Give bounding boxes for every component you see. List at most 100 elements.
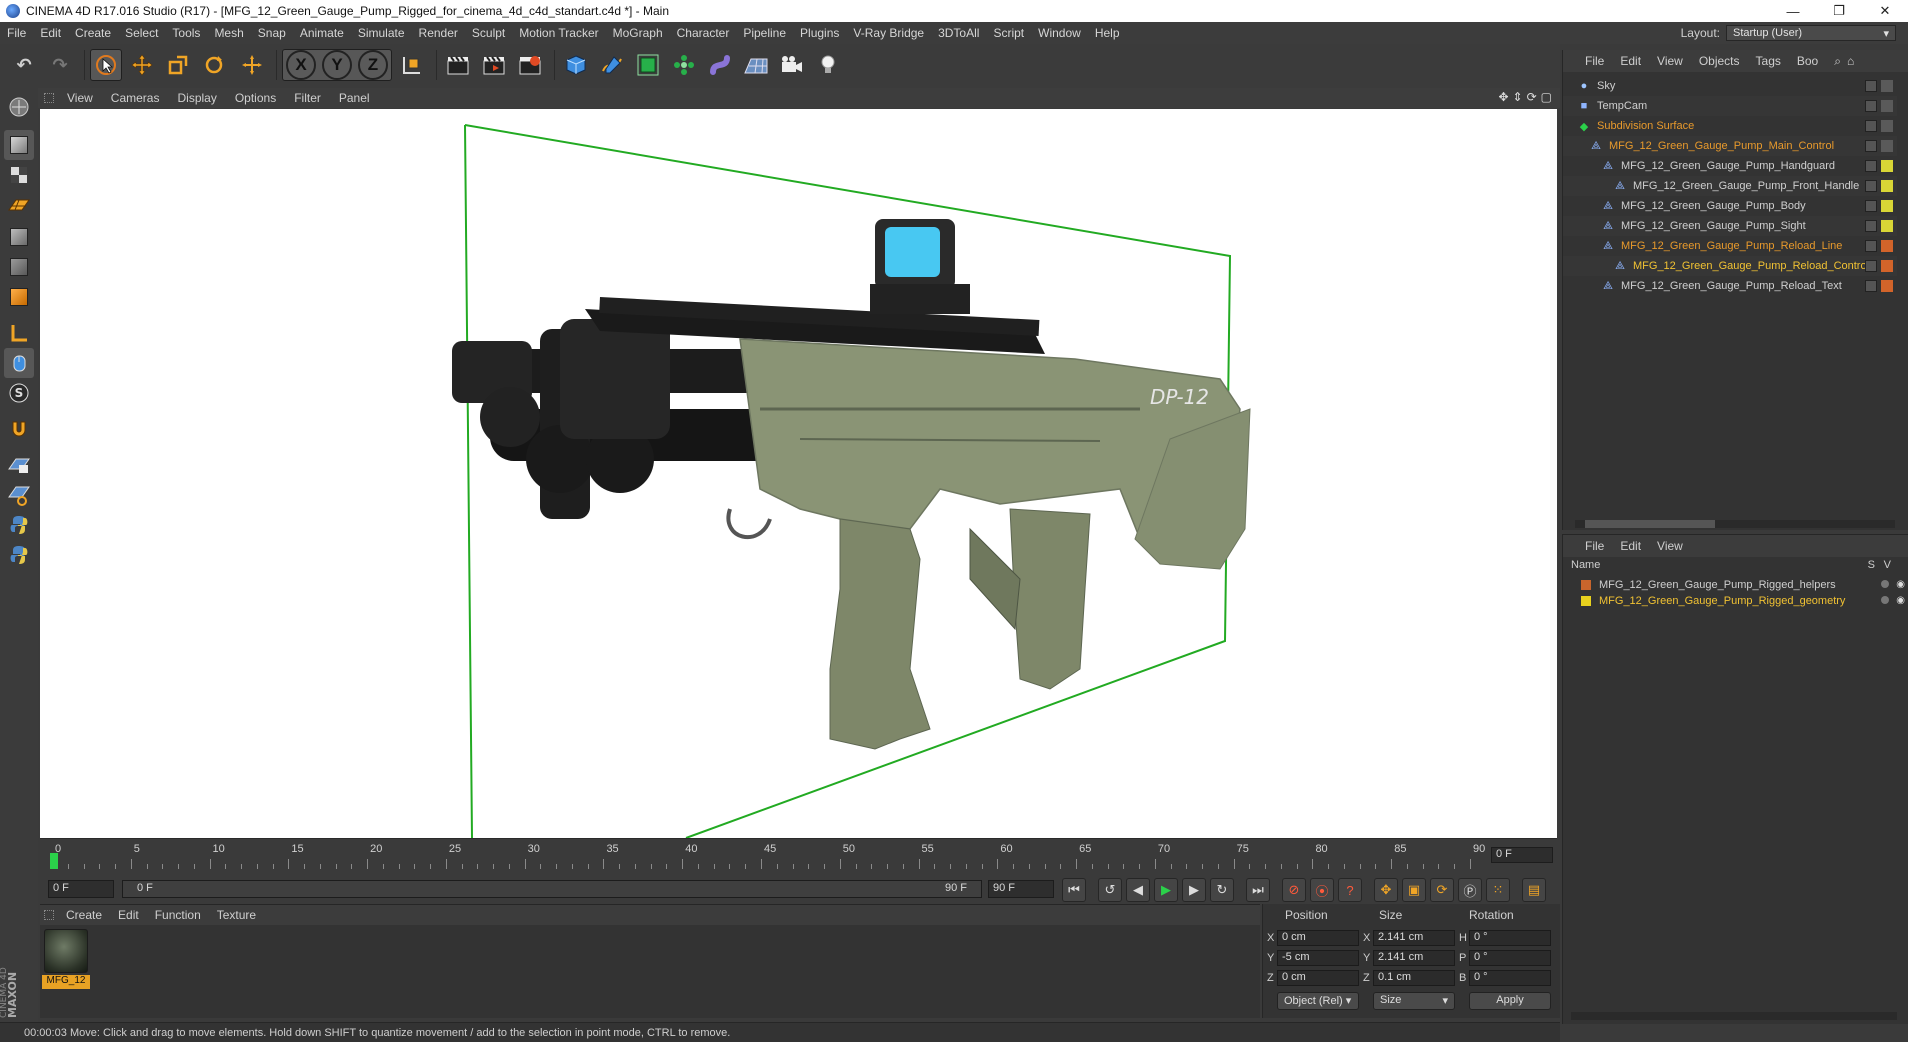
viewport-menu-view[interactable]: View [58, 91, 102, 105]
key-scale-button[interactable]: ▣ [1402, 878, 1426, 902]
coordinate-mode-dropdown[interactable]: Object (Rel) ▾ [1277, 992, 1359, 1010]
visibility-toggle[interactable] [1865, 260, 1877, 272]
menu-sculpt[interactable]: Sculpt [465, 26, 512, 40]
render-settings-button[interactable] [514, 49, 546, 81]
rot-b-field[interactable]: 0 ° [1469, 970, 1551, 986]
add-spline-button[interactable] [596, 49, 628, 81]
menu-create[interactable]: Create [68, 26, 118, 40]
size-y-field[interactable]: 2.141 cm [1373, 950, 1455, 966]
visibility-toggle[interactable] [1865, 240, 1877, 252]
apply-button[interactable]: Apply [1469, 992, 1551, 1010]
visibility-toggle[interactable] [1865, 80, 1877, 92]
menu-simulate[interactable]: Simulate [351, 26, 412, 40]
layer-tag-icon[interactable] [1881, 160, 1893, 172]
menu-snap[interactable]: Snap [251, 26, 293, 40]
redo-button[interactable]: ↷ [44, 49, 76, 81]
viewport-menu-cameras[interactable]: Cameras [102, 91, 169, 105]
object-menu-tags[interactable]: Tags [1748, 54, 1789, 68]
visibility-toggle[interactable] [1865, 220, 1877, 232]
playhead-marker[interactable] [50, 853, 58, 869]
menu-script[interactable]: Script [986, 26, 1031, 40]
material-menu-edit[interactable]: Edit [110, 908, 147, 922]
object-menu-file[interactable]: File [1577, 54, 1612, 68]
menu-edit[interactable]: Edit [33, 26, 68, 40]
menu-vray-bridge[interactable]: V-Ray Bridge [846, 26, 931, 40]
scrollbar-thumb[interactable] [1585, 520, 1715, 528]
snap-button[interactable] [4, 414, 34, 444]
size-z-field[interactable]: 0.1 cm [1373, 970, 1455, 986]
key-position-button[interactable]: ✥ [1374, 878, 1398, 902]
home-icon[interactable]: ⌂ [1847, 54, 1854, 68]
restore-button[interactable]: ❐ [1816, 0, 1862, 22]
key-pla-button[interactable]: ⁙ [1486, 878, 1510, 902]
close-button[interactable]: ✕ [1862, 0, 1908, 22]
layer-tag-icon[interactable] [1881, 280, 1893, 292]
frame-ruler[interactable]: 0 5 10 15 20 25 30 35 40 45 50 55 60 65 70 75 80 85 90 [50, 843, 1492, 869]
object-row[interactable]: ⟁ MFG_12_Green_Gauge_Pump_Reload_Text [1563, 276, 1897, 296]
keyframe-selection-button[interactable]: ? [1338, 878, 1362, 902]
previous-frame-button[interactable]: ◀ [1126, 878, 1150, 902]
planar-workplane-button[interactable] [4, 480, 34, 510]
object-row[interactable]: ⟁ MFG_12_Green_Gauge_Pump_Body [1563, 196, 1897, 216]
object-menu-bookmarks[interactable]: Boo [1789, 54, 1826, 68]
toggle-view-icon[interactable]: ▢ [1541, 90, 1552, 104]
scale-tool-button[interactable] [162, 49, 194, 81]
minimize-button[interactable]: — [1770, 0, 1816, 22]
menu-plugins[interactable]: Plugins [793, 26, 846, 40]
menu-help[interactable]: Help [1088, 26, 1127, 40]
visibility-toggle[interactable] [1865, 180, 1877, 192]
material-menu-texture[interactable]: Texture [209, 908, 264, 922]
polygons-mode-button[interactable] [4, 282, 34, 312]
next-key-button[interactable]: ↻ [1210, 878, 1234, 902]
add-camera-button[interactable] [776, 49, 808, 81]
timeline-window-button[interactable]: ▤ [1522, 878, 1546, 902]
size-x-field[interactable]: 2.141 cm [1373, 930, 1455, 946]
layer-solo-dot[interactable] [1881, 596, 1889, 604]
object-menu-edit[interactable]: Edit [1612, 54, 1649, 68]
layer-tag-icon[interactable] [1881, 180, 1893, 192]
layer-tag-icon[interactable] [1881, 220, 1893, 232]
lock-workplane-button[interactable] [4, 450, 34, 480]
add-deformer-button[interactable] [704, 49, 736, 81]
layer-tag-icon[interactable] [1881, 260, 1893, 272]
make-editable-button[interactable] [4, 92, 34, 122]
edges-mode-button[interactable] [4, 252, 34, 282]
add-light-button[interactable] [812, 49, 844, 81]
add-mograph-button[interactable] [668, 49, 700, 81]
3d-viewport[interactable]: DP-12 [40, 109, 1557, 838]
current-frame-field[interactable]: 0 F [1491, 847, 1553, 863]
eye-icon[interactable]: ◉ [1896, 579, 1905, 590]
end-frame-field[interactable]: 90 F [988, 880, 1054, 898]
texture-mode-button[interactable] [4, 160, 34, 190]
go-to-start-button[interactable]: ⏮ [1062, 878, 1086, 902]
object-row[interactable]: ⟁ MFG_12_Green_Gauge_Pump_Handguard [1563, 156, 1897, 176]
preview-range-slider[interactable]: 0 F 90 F [122, 880, 982, 898]
object-menu-objects[interactable]: Objects [1691, 54, 1748, 68]
layout-dropdown[interactable]: Startup (User) ▾ [1726, 25, 1896, 41]
viewport-menu-filter[interactable]: Filter [285, 91, 330, 105]
visibility-toggle[interactable] [1865, 160, 1877, 172]
layer-row[interactable]: MFG_12_Green_Gauge_Pump_Rigged_geometry ◉ [1581, 593, 1905, 609]
model-mode-button[interactable] [4, 130, 34, 160]
object-row[interactable]: ■ TempCam [1563, 96, 1897, 116]
layer-menu-edit[interactable]: Edit [1612, 539, 1649, 553]
viewport-menu-options[interactable]: Options [226, 91, 285, 105]
object-row[interactable]: ⟁ MFG_12_Green_Gauge_Pump_Sight [1563, 216, 1897, 236]
material-menu-function[interactable]: Function [147, 908, 209, 922]
coordinate-system-button[interactable] [396, 49, 428, 81]
eye-icon[interactable]: ◉ [1896, 595, 1905, 606]
layer-solo-dot[interactable] [1881, 580, 1889, 588]
key-rotation-button[interactable]: ⟳ [1430, 878, 1454, 902]
go-to-end-button[interactable]: ⏭ [1246, 878, 1270, 902]
viewport-menu-display[interactable]: Display [168, 91, 225, 105]
key-parameter-button[interactable]: Ⓟ [1458, 878, 1482, 902]
search-icon[interactable]: ⌕ [1834, 54, 1841, 69]
pos-y-field[interactable]: -5 cm [1277, 950, 1359, 966]
menu-file[interactable]: File [0, 26, 33, 40]
layer-tag-icon[interactable] [1881, 100, 1893, 112]
autokeying-button[interactable]: ⦿ [1310, 878, 1334, 902]
menu-animate[interactable]: Animate [293, 26, 351, 40]
layer-tag-icon[interactable] [1881, 240, 1893, 252]
layer-tag-icon[interactable] [1881, 140, 1893, 152]
layer-menu-file[interactable]: File [1577, 539, 1612, 553]
